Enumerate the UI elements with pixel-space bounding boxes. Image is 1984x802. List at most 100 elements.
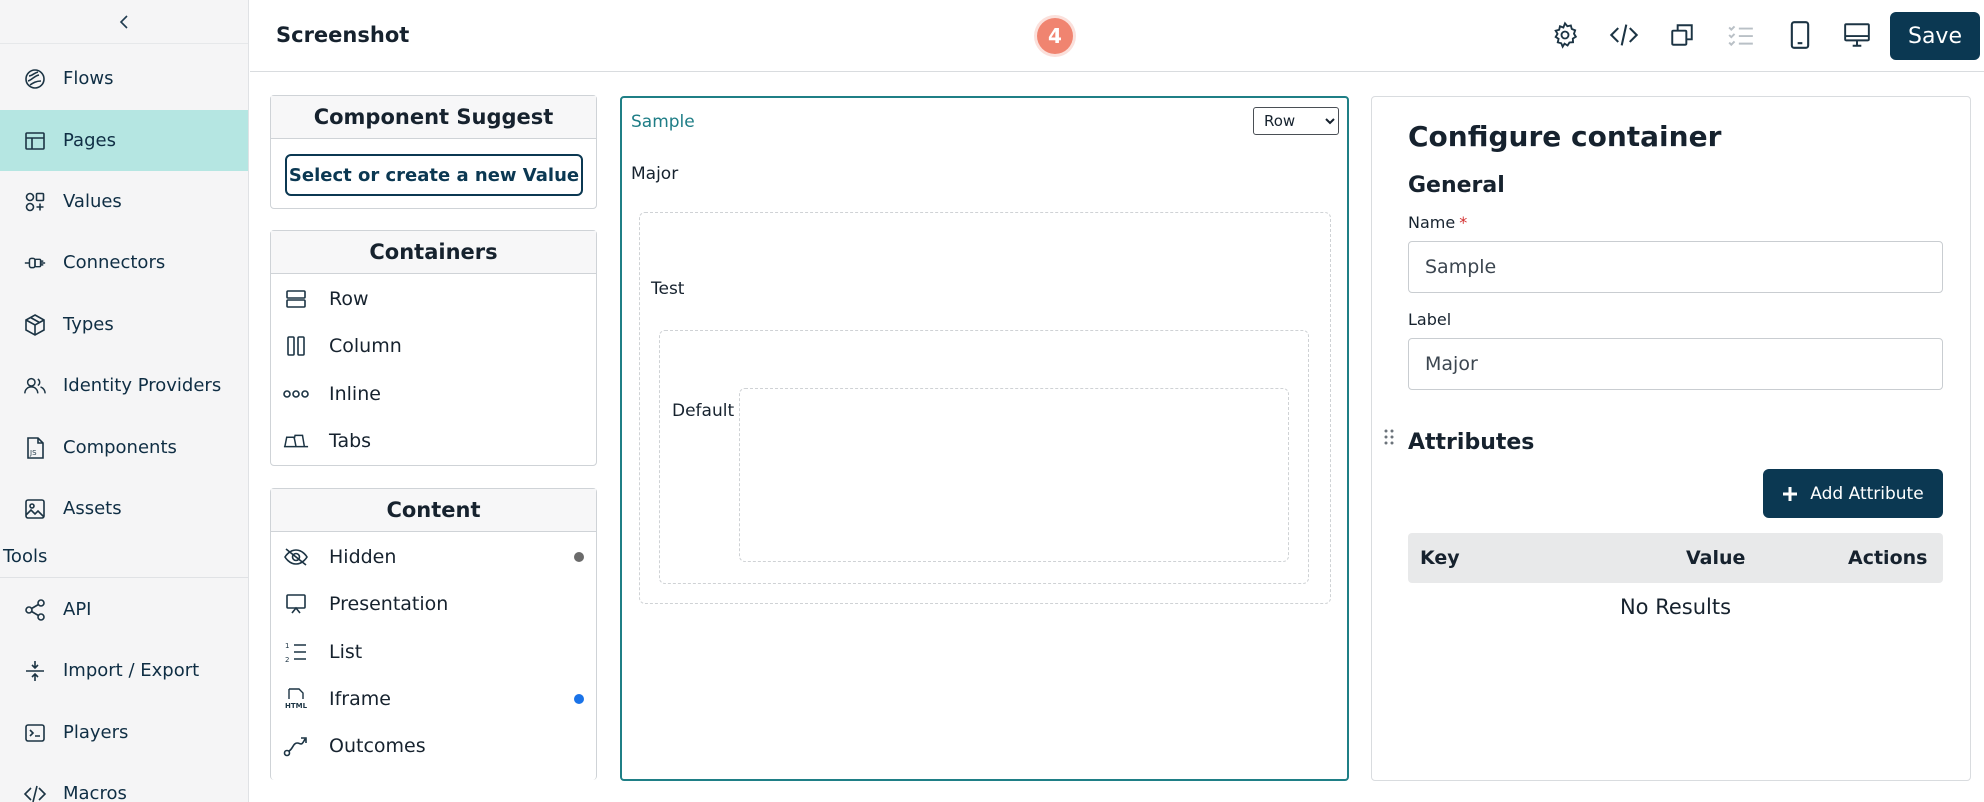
required-marker: *: [1459, 213, 1468, 232]
palette-item-outcomes[interactable]: Outcomes: [271, 722, 596, 769]
palette-item-list[interactable]: 12 List: [271, 628, 596, 675]
numbered-list-icon: 12: [283, 639, 309, 665]
page-canvas[interactable]: Sample Row Major Test Default: [620, 96, 1349, 781]
mobile-preview-icon[interactable]: [1783, 18, 1817, 52]
nested-container-label: Default: [672, 401, 735, 421]
add-attribute-label: Add Attribute: [1810, 483, 1924, 504]
chevron-left-icon: [119, 14, 128, 29]
palette-item-label: Row: [329, 287, 369, 310]
sidebar-item-label: Assets: [63, 498, 122, 519]
palette-item-tabs[interactable]: Tabs: [271, 417, 596, 464]
palette-item-row[interactable]: Row: [271, 275, 596, 322]
connectors-icon: [23, 251, 47, 275]
palette-item-label: Column: [329, 334, 402, 357]
sidebar-item-label: Players: [63, 722, 129, 743]
component-suggest-panel: Component Suggest Select or create a new…: [270, 95, 597, 209]
eye-off-icon: [283, 544, 309, 570]
sidebar-item-label: Identity Providers: [63, 375, 222, 396]
palette-item-label: Outcomes: [329, 734, 426, 757]
palette-item-inline[interactable]: Inline: [271, 370, 596, 417]
annotation-badge-4: 4: [1037, 18, 1073, 54]
gear-icon[interactable]: [1548, 18, 1582, 52]
nested-container-dropzone[interactable]: Default: [659, 330, 1309, 584]
presentation-icon: [283, 591, 309, 617]
name-label-text: Name: [1408, 213, 1456, 232]
checklist-icon[interactable]: [1724, 18, 1758, 52]
name-input[interactable]: [1408, 241, 1943, 293]
palette-item-column[interactable]: Column: [271, 322, 596, 369]
general-section-title: General: [1408, 173, 1505, 198]
sidebar-item-macros[interactable]: Macros: [0, 763, 248, 802]
select-value-button[interactable]: Select or create a new Value: [285, 154, 583, 196]
flows-icon: [23, 67, 47, 91]
container-name[interactable]: Sample: [631, 112, 695, 132]
content-panel: Content Hidden Presentation 12 List HTML…: [270, 488, 597, 780]
containers-panel: Containers Row Column Inline Tabs: [270, 230, 597, 466]
plus-icon: [1783, 486, 1798, 501]
column-icon: [283, 333, 309, 359]
players-icon: [23, 721, 47, 745]
components-icon: JS: [23, 436, 47, 460]
attributes-table: Key Value Actions No Results: [1408, 533, 1943, 619]
palette-item-label: Inline: [329, 382, 381, 405]
palette-item-iframe[interactable]: HTML Iframe: [271, 675, 596, 722]
column-header-actions: Actions: [1848, 547, 1928, 569]
values-icon: [23, 190, 47, 214]
container-type-select[interactable]: Row: [1253, 107, 1339, 135]
sidebar-item-label: Import / Export: [63, 660, 200, 681]
sidebar-item-flows[interactable]: Flows: [0, 48, 248, 109]
add-attribute-button[interactable]: Add Attribute: [1763, 469, 1943, 518]
types-icon: [23, 313, 47, 337]
sidebar-item-identity-providers[interactable]: Identity Providers: [0, 355, 248, 416]
save-button[interactable]: Save: [1890, 12, 1980, 60]
label-input[interactable]: [1408, 338, 1943, 390]
column-header-value: Value: [1686, 547, 1746, 569]
sidebar-item-connectors[interactable]: Connectors: [0, 232, 248, 293]
component-suggest-title: Component Suggest: [271, 96, 596, 139]
sidebar-item-label: Flows: [63, 68, 114, 89]
html-file-icon: HTML: [283, 686, 309, 712]
code-icon[interactable]: [1607, 18, 1641, 52]
palette-item-label: Tabs: [329, 429, 372, 452]
label-field-label: Label: [1408, 310, 1452, 329]
sidebar-item-pages[interactable]: Pages: [0, 110, 248, 171]
sidebar-item-assets[interactable]: Assets: [0, 478, 248, 539]
sidebar-item-values[interactable]: Values: [0, 171, 248, 232]
sidebar-item-label: Pages: [63, 130, 116, 151]
outcomes-icon: [283, 733, 309, 759]
svg-text:HTML: HTML: [285, 702, 308, 710]
desktop-preview-icon[interactable]: [1840, 18, 1874, 52]
sidebar-item-api[interactable]: API: [0, 579, 248, 640]
page-title: Screenshot: [276, 23, 410, 47]
svg-text:JS: JS: [29, 449, 37, 457]
column-header-key: Key: [1420, 547, 1460, 569]
sidebar-item-import-export[interactable]: Import / Export: [0, 640, 248, 701]
copy-icon[interactable]: [1665, 18, 1699, 52]
sidebar-item-label: Types: [63, 314, 114, 335]
container-label: Major: [631, 164, 679, 184]
collapse-sidebar-button[interactable]: [0, 0, 248, 44]
attributes-section-title: Attributes: [1408, 430, 1535, 455]
palette-item-label: List: [329, 640, 363, 663]
content-title: Content: [271, 489, 596, 532]
top-bar: Screenshot Save: [250, 0, 1984, 72]
inline-icon: [283, 381, 309, 407]
assets-icon: [23, 497, 47, 521]
palette-item-presentation[interactable]: Presentation: [271, 580, 596, 627]
default-dropzone[interactable]: [739, 388, 1289, 562]
svg-text:2: 2: [285, 656, 289, 664]
inner-container-dropzone[interactable]: Test Default: [639, 212, 1331, 604]
sidebar-item-label: Connectors: [63, 252, 166, 273]
sidebar-item-players[interactable]: Players: [0, 702, 248, 763]
empty-state-text: No Results: [1619, 595, 1732, 619]
palette-item-label: Iframe: [329, 687, 391, 710]
config-title: Configure container: [1408, 120, 1722, 153]
identity-providers-icon: [23, 374, 47, 398]
name-field-label: Name *: [1408, 213, 1467, 232]
sidebar-item-types[interactable]: Types: [0, 294, 248, 355]
palette-item-hidden[interactable]: Hidden: [271, 533, 596, 580]
sidebar-item-components[interactable]: JS Components: [0, 417, 248, 478]
drag-handle-icon[interactable]: [1382, 427, 1396, 447]
sidebar: Flows Pages Values Connectors Types Iden…: [0, 0, 249, 802]
tabs-icon: [283, 428, 309, 454]
